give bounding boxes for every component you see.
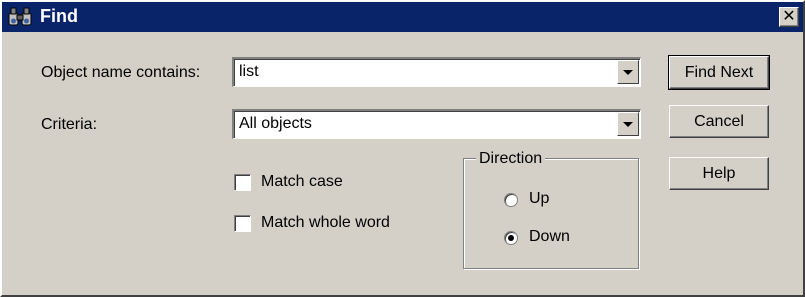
direction-up-radio[interactable] <box>504 193 518 207</box>
help-button[interactable]: Help <box>669 157 769 190</box>
criteria-label: Criteria: <box>41 116 98 133</box>
title-bar[interactable]: Find ✕ <box>2 2 803 32</box>
criteria-combobox[interactable]: All objects <box>232 109 641 139</box>
direction-down-radio[interactable] <box>504 231 518 245</box>
direction-up-label[interactable]: Up <box>529 190 549 208</box>
direction-label: Direction <box>476 150 546 168</box>
help-label: Help <box>702 164 736 182</box>
direction-groupbox <box>463 158 639 269</box>
object-name-value[interactable]: list <box>239 63 259 81</box>
object-name-combobox[interactable]: list <box>232 57 641 87</box>
find-dialog: Find ✕ Object name contains: list Criter… <box>0 0 805 297</box>
chevron-down-icon <box>623 121 633 127</box>
close-button[interactable]: ✕ <box>779 7 799 27</box>
binoculars-icon <box>8 7 32 26</box>
match-case-label[interactable]: Match case <box>261 173 343 191</box>
object-name-label: Object name contains: <box>41 64 201 81</box>
cancel-button[interactable]: Cancel <box>669 105 769 138</box>
match-case-checkbox[interactable] <box>234 174 251 191</box>
match-whole-word-label[interactable]: Match whole word <box>261 214 390 232</box>
window-title: Find <box>40 6 78 26</box>
chevron-down-icon <box>623 69 633 75</box>
radio-selected-dot <box>508 235 514 241</box>
criteria-value: All objects <box>239 115 312 132</box>
object-name-dropdown-button[interactable] <box>617 60 639 84</box>
direction-down-label[interactable]: Down <box>529 228 570 246</box>
find-next-label: Find Next <box>684 63 754 81</box>
cancel-label: Cancel <box>694 112 744 130</box>
find-next-button[interactable]: Find Next <box>668 55 770 90</box>
criteria-dropdown-button[interactable] <box>617 112 639 136</box>
match-whole-word-checkbox[interactable] <box>234 215 251 232</box>
close-icon: ✕ <box>782 8 796 25</box>
